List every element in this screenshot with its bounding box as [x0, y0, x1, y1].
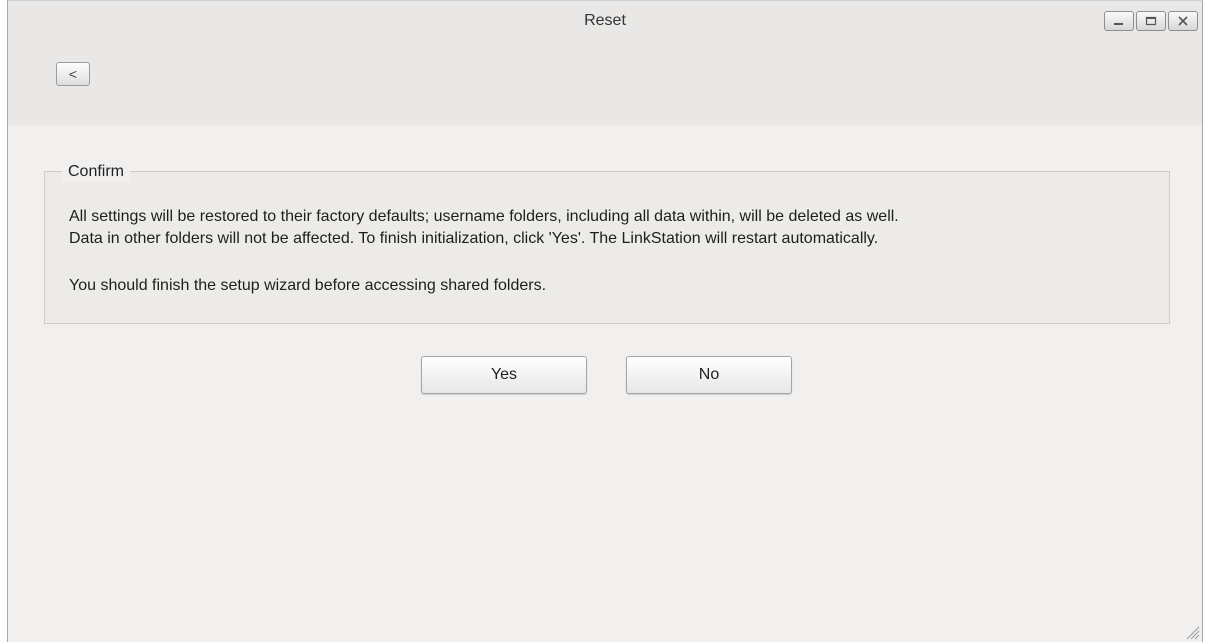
window-title: Reset [584, 12, 626, 29]
minimize-button[interactable] [1104, 11, 1134, 31]
back-button[interactable]: < [56, 62, 90, 86]
minimize-icon [1114, 23, 1123, 25]
confirm-message-line-1: All settings will be restored to their f… [69, 208, 899, 225]
confirm-group: Confirm All settings will be restored to… [44, 162, 1170, 324]
yes-button[interactable]: Yes [421, 356, 587, 394]
maximize-button[interactable] [1136, 11, 1166, 31]
confirm-message-line-2: Data in other folders will not be affect… [69, 230, 879, 247]
close-icon [1178, 16, 1188, 26]
confirm-legend: Confirm [62, 162, 131, 182]
confirm-message-line-3: You should finish the setup wizard befor… [69, 277, 547, 294]
resize-grip-icon[interactable] [1184, 624, 1200, 640]
title-bar: Reset < [8, 1, 1202, 125]
close-button[interactable] [1168, 11, 1198, 31]
no-button[interactable]: No [626, 356, 792, 394]
reset-window: Reset < Confirm All settings will be res… [7, 0, 1203, 642]
window-controls [1104, 11, 1198, 31]
back-label: < [68, 66, 78, 82]
maximize-icon [1145, 16, 1157, 26]
